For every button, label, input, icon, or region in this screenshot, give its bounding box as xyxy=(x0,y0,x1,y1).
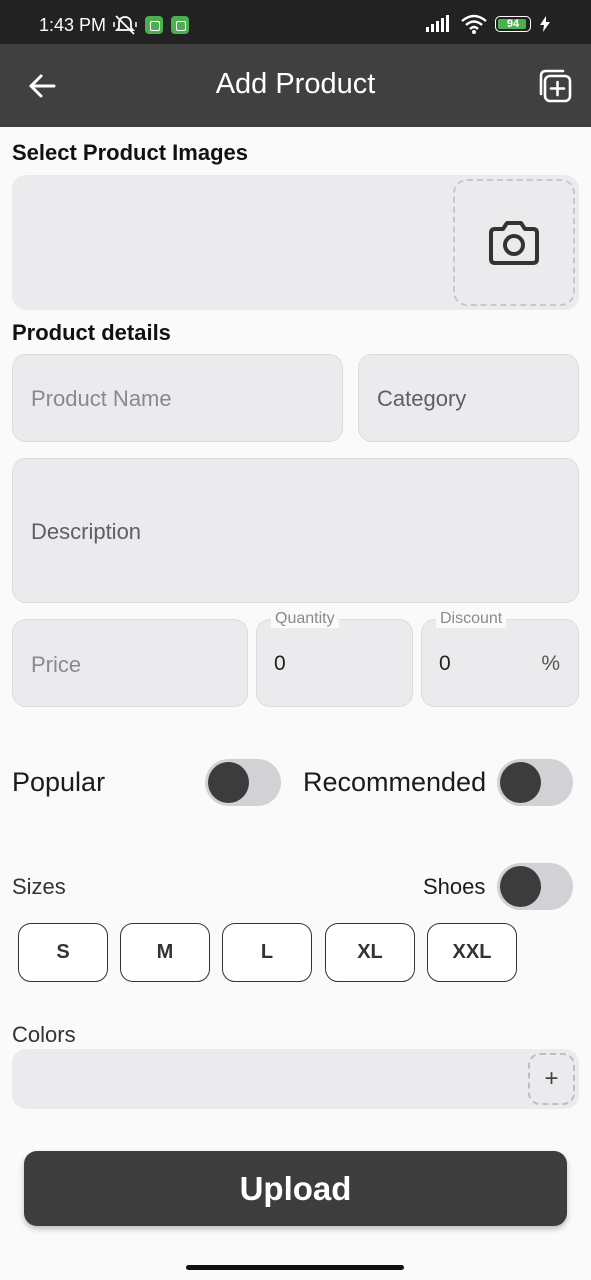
discount-value: 0 xyxy=(439,652,451,675)
discount-field[interactable]: Discount 0 % xyxy=(421,610,579,707)
product-images-picker xyxy=(12,175,579,310)
add-image-button[interactable] xyxy=(453,179,575,306)
quantity-value: 0 xyxy=(274,652,286,675)
page-title: Add Product xyxy=(215,68,376,100)
size-chip-m[interactable]: M xyxy=(120,923,210,982)
category-placeholder: Category xyxy=(377,386,467,411)
discount-percent-suffix: % xyxy=(541,652,560,675)
app-bar: Add Product xyxy=(0,44,591,127)
charging-icon xyxy=(540,16,550,32)
popular-label: Popular xyxy=(12,767,106,797)
status-right-icons: 94 xyxy=(425,14,551,34)
toggle-thumb xyxy=(500,762,541,803)
toggle-thumb xyxy=(208,762,249,803)
shoes-toggle[interactable] xyxy=(497,863,573,910)
status-left-icons xyxy=(113,14,189,36)
product-name-field[interactable]: Product Name xyxy=(12,354,343,442)
size-chip-xxl[interactable]: XXL xyxy=(427,923,517,982)
status-bar: 1:43 PM 94 xyxy=(0,0,591,44)
mute-icon xyxy=(113,15,137,35)
size-chip-xl[interactable]: XL xyxy=(325,923,415,982)
add-color-button[interactable]: + xyxy=(528,1053,575,1105)
category-field[interactable]: Category xyxy=(358,354,579,442)
price-field[interactable]: Price xyxy=(12,619,248,707)
camera-icon xyxy=(489,220,539,265)
quantity-label: Quantity xyxy=(271,610,339,628)
toggle-thumb xyxy=(500,866,541,907)
app-notification-icon xyxy=(145,16,163,34)
sizes-label: Sizes xyxy=(12,874,66,899)
battery-level: 94 xyxy=(506,18,520,30)
colors-label: Colors xyxy=(12,1022,76,1047)
product-name-placeholder: Product Name xyxy=(31,386,172,411)
battery-icon: 94 xyxy=(495,16,531,32)
gesture-nav-handle[interactable] xyxy=(186,1265,404,1270)
upload-button[interactable]: Upload xyxy=(24,1151,567,1226)
add-copy-icon[interactable] xyxy=(537,68,573,104)
app-notification-icon xyxy=(171,16,189,34)
status-time: 1:43 PM xyxy=(39,15,107,35)
discount-label: Discount xyxy=(436,610,507,628)
shoes-label: Shoes xyxy=(423,874,486,899)
wifi-icon xyxy=(461,14,487,34)
details-section-title: Product details xyxy=(12,320,171,345)
recommended-toggle[interactable] xyxy=(497,759,573,806)
size-chip-s[interactable]: S xyxy=(18,923,108,982)
images-section-title: Select Product Images xyxy=(12,140,248,165)
price-placeholder: Price xyxy=(31,652,82,677)
description-placeholder: Description xyxy=(31,519,142,544)
popular-toggle[interactable] xyxy=(205,759,281,806)
signal-icon xyxy=(426,15,449,32)
colors-picker: + xyxy=(12,1049,579,1109)
quantity-field[interactable]: Quantity 0 xyxy=(256,610,413,707)
description-field[interactable]: Description xyxy=(12,458,579,603)
recommended-label: Recommended xyxy=(303,767,487,797)
size-chip-l[interactable]: L xyxy=(222,923,312,982)
